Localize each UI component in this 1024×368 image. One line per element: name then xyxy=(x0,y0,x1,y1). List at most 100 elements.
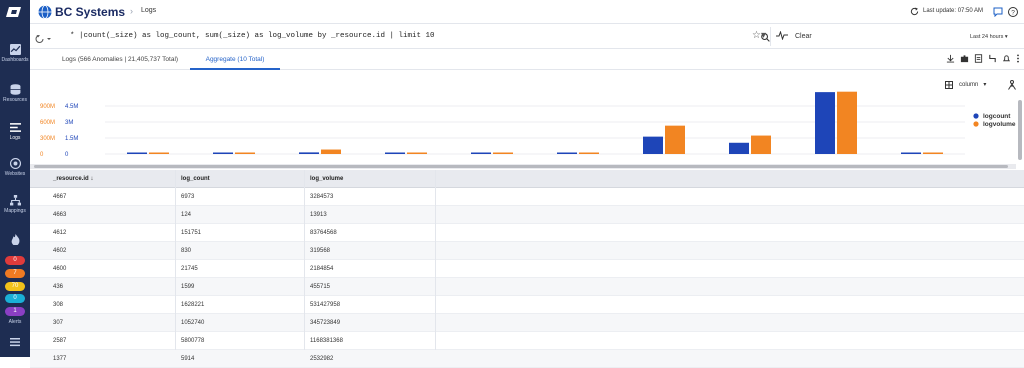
breadcrumb-separator: › xyxy=(130,6,133,16)
bar-logvolume xyxy=(923,152,943,154)
document-icon[interactable] xyxy=(974,54,983,63)
alert-count-badge[interactable]: 7 xyxy=(5,268,25,278)
sidebar-item-label: Dashboards xyxy=(1,57,29,63)
table-cell: 4612 xyxy=(53,230,67,236)
brand-name: BC Systems xyxy=(55,5,126,19)
table-cell: 4602 xyxy=(53,248,67,254)
brand-globe-icon xyxy=(38,5,52,19)
table-header: _resource.id ↓ log_count log_volume xyxy=(30,170,1024,188)
table-cell: 319568 xyxy=(310,248,331,254)
bar-logvolume xyxy=(235,152,255,154)
breadcrumb-current: Logs xyxy=(141,7,157,14)
scrollbar-thumb[interactable] xyxy=(34,165,1008,168)
chat-icon[interactable] xyxy=(993,7,1003,17)
sidebar-item-logs[interactable]: Logs xyxy=(0,122,30,141)
result-tabs: Logs (566 Anomalies | 21,405,737 Total) … xyxy=(30,49,1024,70)
query-input[interactable]: * |count(_size) as log_count, sum(_size)… xyxy=(63,27,771,46)
query-history-button[interactable] xyxy=(35,31,53,49)
top-bar: BC Systems › Logs Last update: 07:50 AM … xyxy=(30,0,1024,24)
alert-count-badge[interactable]: 70 xyxy=(5,281,25,291)
legend-swatch xyxy=(973,113,979,119)
y-axis-right-tick: 0 xyxy=(65,152,69,158)
table-row[interactable]: 4663 124 13913 xyxy=(30,206,1024,224)
bar-logcount xyxy=(643,136,663,154)
table-row[interactable]: 4667 6973 3284573 xyxy=(30,188,1024,206)
sidebar-item-label: Logs xyxy=(9,135,21,141)
table-cell: 2587 xyxy=(53,338,67,344)
alert-count-badge[interactable]: 0 xyxy=(5,256,25,265)
tab-logs[interactable]: Logs (566 Anomalies | 21,405,737 Total) xyxy=(40,49,200,70)
puzzle-icon[interactable] xyxy=(960,54,969,63)
help-icon[interactable]: ? xyxy=(1008,7,1018,17)
sidebar: Dashboards Resources Logs Websites Mappings … xyxy=(0,0,30,357)
column-header-log-count[interactable]: log_count xyxy=(181,170,210,188)
chart-vertical-scrollbar[interactable] xyxy=(1018,100,1022,160)
person-icon[interactable] xyxy=(1008,80,1016,90)
sidebar-item-label: Mappings xyxy=(4,208,26,214)
chart-type-icon[interactable] xyxy=(945,81,953,89)
bell-settings-icon[interactable] xyxy=(1002,54,1011,63)
time-range-select[interactable]: Last 24 hours ▾ xyxy=(970,34,1008,40)
table-cell: 830 xyxy=(181,248,192,254)
legend-swatch xyxy=(973,121,979,127)
alert-count-badge[interactable]: 0 xyxy=(5,294,25,304)
clear-button[interactable]: Clear xyxy=(795,33,812,40)
route-icon[interactable] xyxy=(988,54,997,63)
alert-count-badge[interactable]: 1 xyxy=(5,307,25,317)
table-cell: 124 xyxy=(181,212,192,218)
bar-logvolume xyxy=(493,152,513,154)
table-cell: 4667 xyxy=(53,194,67,200)
bar-logcount xyxy=(299,152,319,154)
y-axis-right-tick: 4.5M xyxy=(65,104,78,110)
table-row[interactable]: 436 1599 455715 xyxy=(30,278,1024,296)
table-row[interactable]: 2587 5800778 1168381368 xyxy=(30,332,1024,350)
database-icon xyxy=(10,84,20,95)
legend-label: logcount xyxy=(983,113,1011,120)
bar-logvolume xyxy=(407,152,427,154)
bar-logcount xyxy=(385,152,405,154)
sidebar-item-websites[interactable]: Websites xyxy=(0,158,30,177)
sidebar-item-label: Resources xyxy=(3,97,27,103)
favorite-star-icon[interactable]: ☆▾ xyxy=(752,30,766,41)
pulse-icon[interactable] xyxy=(776,31,788,40)
bar-logcount xyxy=(127,152,147,154)
column-header-resource-id[interactable]: _resource.id ↓ xyxy=(53,170,93,188)
y-axis-left-tick: 600M xyxy=(40,120,55,126)
tab-aggregate[interactable]: Aggregate (10 Total) xyxy=(190,49,280,70)
more-menu-icon[interactable] xyxy=(1016,54,1020,63)
history-icon xyxy=(35,35,51,43)
brand[interactable]: BC Systems xyxy=(38,4,125,20)
table-row[interactable]: 307 1052740 345723849 xyxy=(30,314,1024,332)
table-cell: 21745 xyxy=(181,266,198,272)
table-cell: 308 xyxy=(53,302,64,308)
chart-horizontal-scrollbar[interactable] xyxy=(30,164,1016,169)
bar-logcount xyxy=(815,92,835,154)
bar-logvolume xyxy=(665,125,685,154)
table-row[interactable]: 1377 5914 2532982 xyxy=(30,350,1024,368)
sidebar-item-resources[interactable]: Resources xyxy=(0,84,30,103)
chart-type-select[interactable]: column ▾ xyxy=(959,81,986,88)
chart-type-label: column xyxy=(959,82,979,88)
legend-label: logvolume xyxy=(983,121,1016,128)
sidebar-item-mappings[interactable]: Mappings xyxy=(0,195,30,214)
aggregate-chart: 900M 4.5M 600M 3M 300M 1.5M 0 0 logcountlogvolum… xyxy=(40,91,1016,158)
menu-icon[interactable] xyxy=(10,337,20,347)
results-table: _resource.id ↓ log_count log_volume 4667… xyxy=(30,170,1024,368)
download-icon[interactable] xyxy=(946,54,955,63)
sidebar-item-dashboards[interactable]: Dashboards xyxy=(0,44,30,63)
table-cell: 3284573 xyxy=(310,194,334,200)
table-row[interactable]: 308 1628221 531427958 xyxy=(30,296,1024,314)
table-cell: 1168381368 xyxy=(310,338,343,344)
app-logo-icon[interactable] xyxy=(6,5,24,19)
refresh-icon[interactable] xyxy=(910,7,919,16)
sidebar-item-label: Websites xyxy=(4,171,26,177)
column-divider xyxy=(304,170,305,350)
sidebar-item-activity[interactable] xyxy=(0,234,30,247)
alerts-label[interactable]: Alerts xyxy=(0,319,30,325)
column-header-log-volume[interactable]: log_volume xyxy=(310,170,343,188)
table-cell: 455715 xyxy=(310,284,331,290)
y-axis-right-tick: 3M xyxy=(65,120,73,126)
table-row[interactable]: 4600 21745 2184854 xyxy=(30,260,1024,278)
table-row[interactable]: 4612 151751 83764568 xyxy=(30,224,1024,242)
table-row[interactable]: 4602 830 319568 xyxy=(30,242,1024,260)
